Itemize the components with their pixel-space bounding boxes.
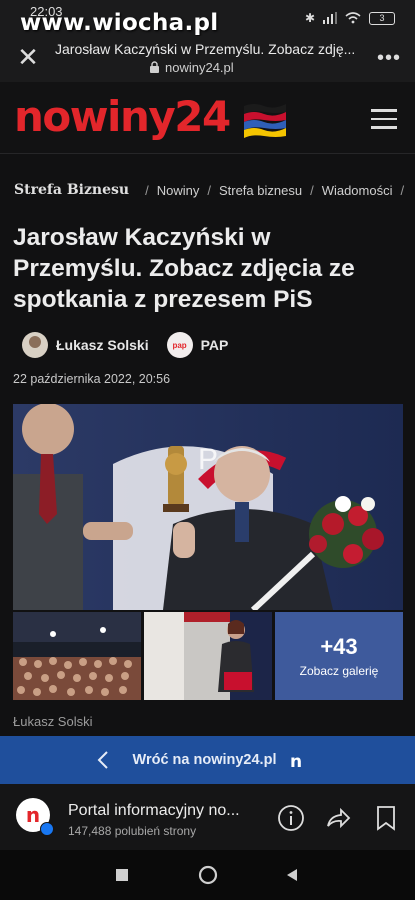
page-likes: 147,488 polubień strony [68, 824, 197, 838]
facebook-icon [40, 822, 54, 836]
breadcrumb-item[interactable]: Wiadomości [322, 183, 393, 198]
more-options-icon[interactable]: ••• [377, 47, 401, 70]
share-icon[interactable] [324, 804, 352, 832]
signal-icon [323, 12, 337, 24]
chevron-left-icon [97, 751, 108, 769]
back-link-label: Wróć na nowiny24.pl [132, 752, 277, 768]
watermark: www.wiocha.pl [20, 10, 219, 36]
gallery-thumbnail[interactable] [144, 612, 272, 700]
agency-name[interactable]: PAP [201, 337, 229, 353]
breadcrumb-brand[interactable]: Strefa Biznesu [14, 182, 129, 198]
site-logo[interactable]: nowiny24 [14, 92, 231, 141]
android-navigation-bar [0, 850, 415, 900]
author-avatar[interactable] [22, 332, 48, 358]
browser-toolbar: ✕ Jarosław Kaczyński w Przemyślu. Zobacz… [0, 36, 415, 82]
ukraine-germany-flag-icon [244, 104, 286, 138]
site-header: nowiny24 [0, 82, 415, 154]
lock-icon [150, 61, 159, 73]
back-icon[interactable] [284, 867, 300, 883]
back-to-site-bar[interactable]: Wróć na nowiny24.pl [0, 736, 415, 784]
recent-apps-icon[interactable] [114, 867, 130, 883]
author-name[interactable]: Łukasz Solski [56, 337, 149, 353]
bookmark-icon[interactable] [372, 804, 400, 832]
gallery-thumbnail[interactable] [13, 612, 141, 700]
breadcrumb-item[interactable]: Strefa biznesu [219, 183, 302, 198]
facebook-page-bar: n Portal informacyjny no... 147,488 polu… [0, 784, 415, 850]
photo-caption: Łukasz Solski [13, 714, 93, 729]
page-title: Jarosław Kaczyński w Przemyślu. Zobacz z… [55, 41, 356, 57]
site-badge-icon: n [290, 752, 303, 772]
menu-icon[interactable] [371, 109, 397, 129]
article-title: Jarosław Kaczyński w Przemyślu. Zobacz z… [13, 224, 355, 313]
gallery-label: Zobacz galerię [299, 664, 379, 678]
breadcrumb: Strefa Biznesu / Nowiny / Strefa biznesu… [14, 182, 405, 198]
close-icon[interactable]: ✕ [16, 44, 40, 70]
bluetooth-icon: ✱ [304, 11, 315, 25]
home-icon[interactable] [198, 865, 218, 885]
article-date: 22 października 2022, 20:56 [13, 372, 171, 386]
info-icon[interactable] [277, 804, 305, 832]
status-bar: 22:03 ✱ 3 www.wiocha.pl [0, 0, 415, 36]
article-authors: Łukasz Solski pap PAP [22, 332, 228, 358]
breadcrumb-item[interactable]: Nowiny [157, 183, 200, 198]
url-domain[interactable]: nowiny24.pl [165, 60, 234, 75]
pap-logo[interactable]: pap [166, 332, 193, 358]
article-hero-photo[interactable]: P [13, 404, 403, 610]
see-gallery-button[interactable]: +43 Zobacz galerię [275, 612, 403, 700]
gallery-count: +43 [320, 634, 358, 659]
battery-icon: 3 [369, 11, 395, 25]
page-name[interactable]: Portal informacyjny no... [68, 802, 248, 820]
status-icons: ✱ 3 [305, 11, 395, 25]
wifi-icon [345, 12, 361, 24]
